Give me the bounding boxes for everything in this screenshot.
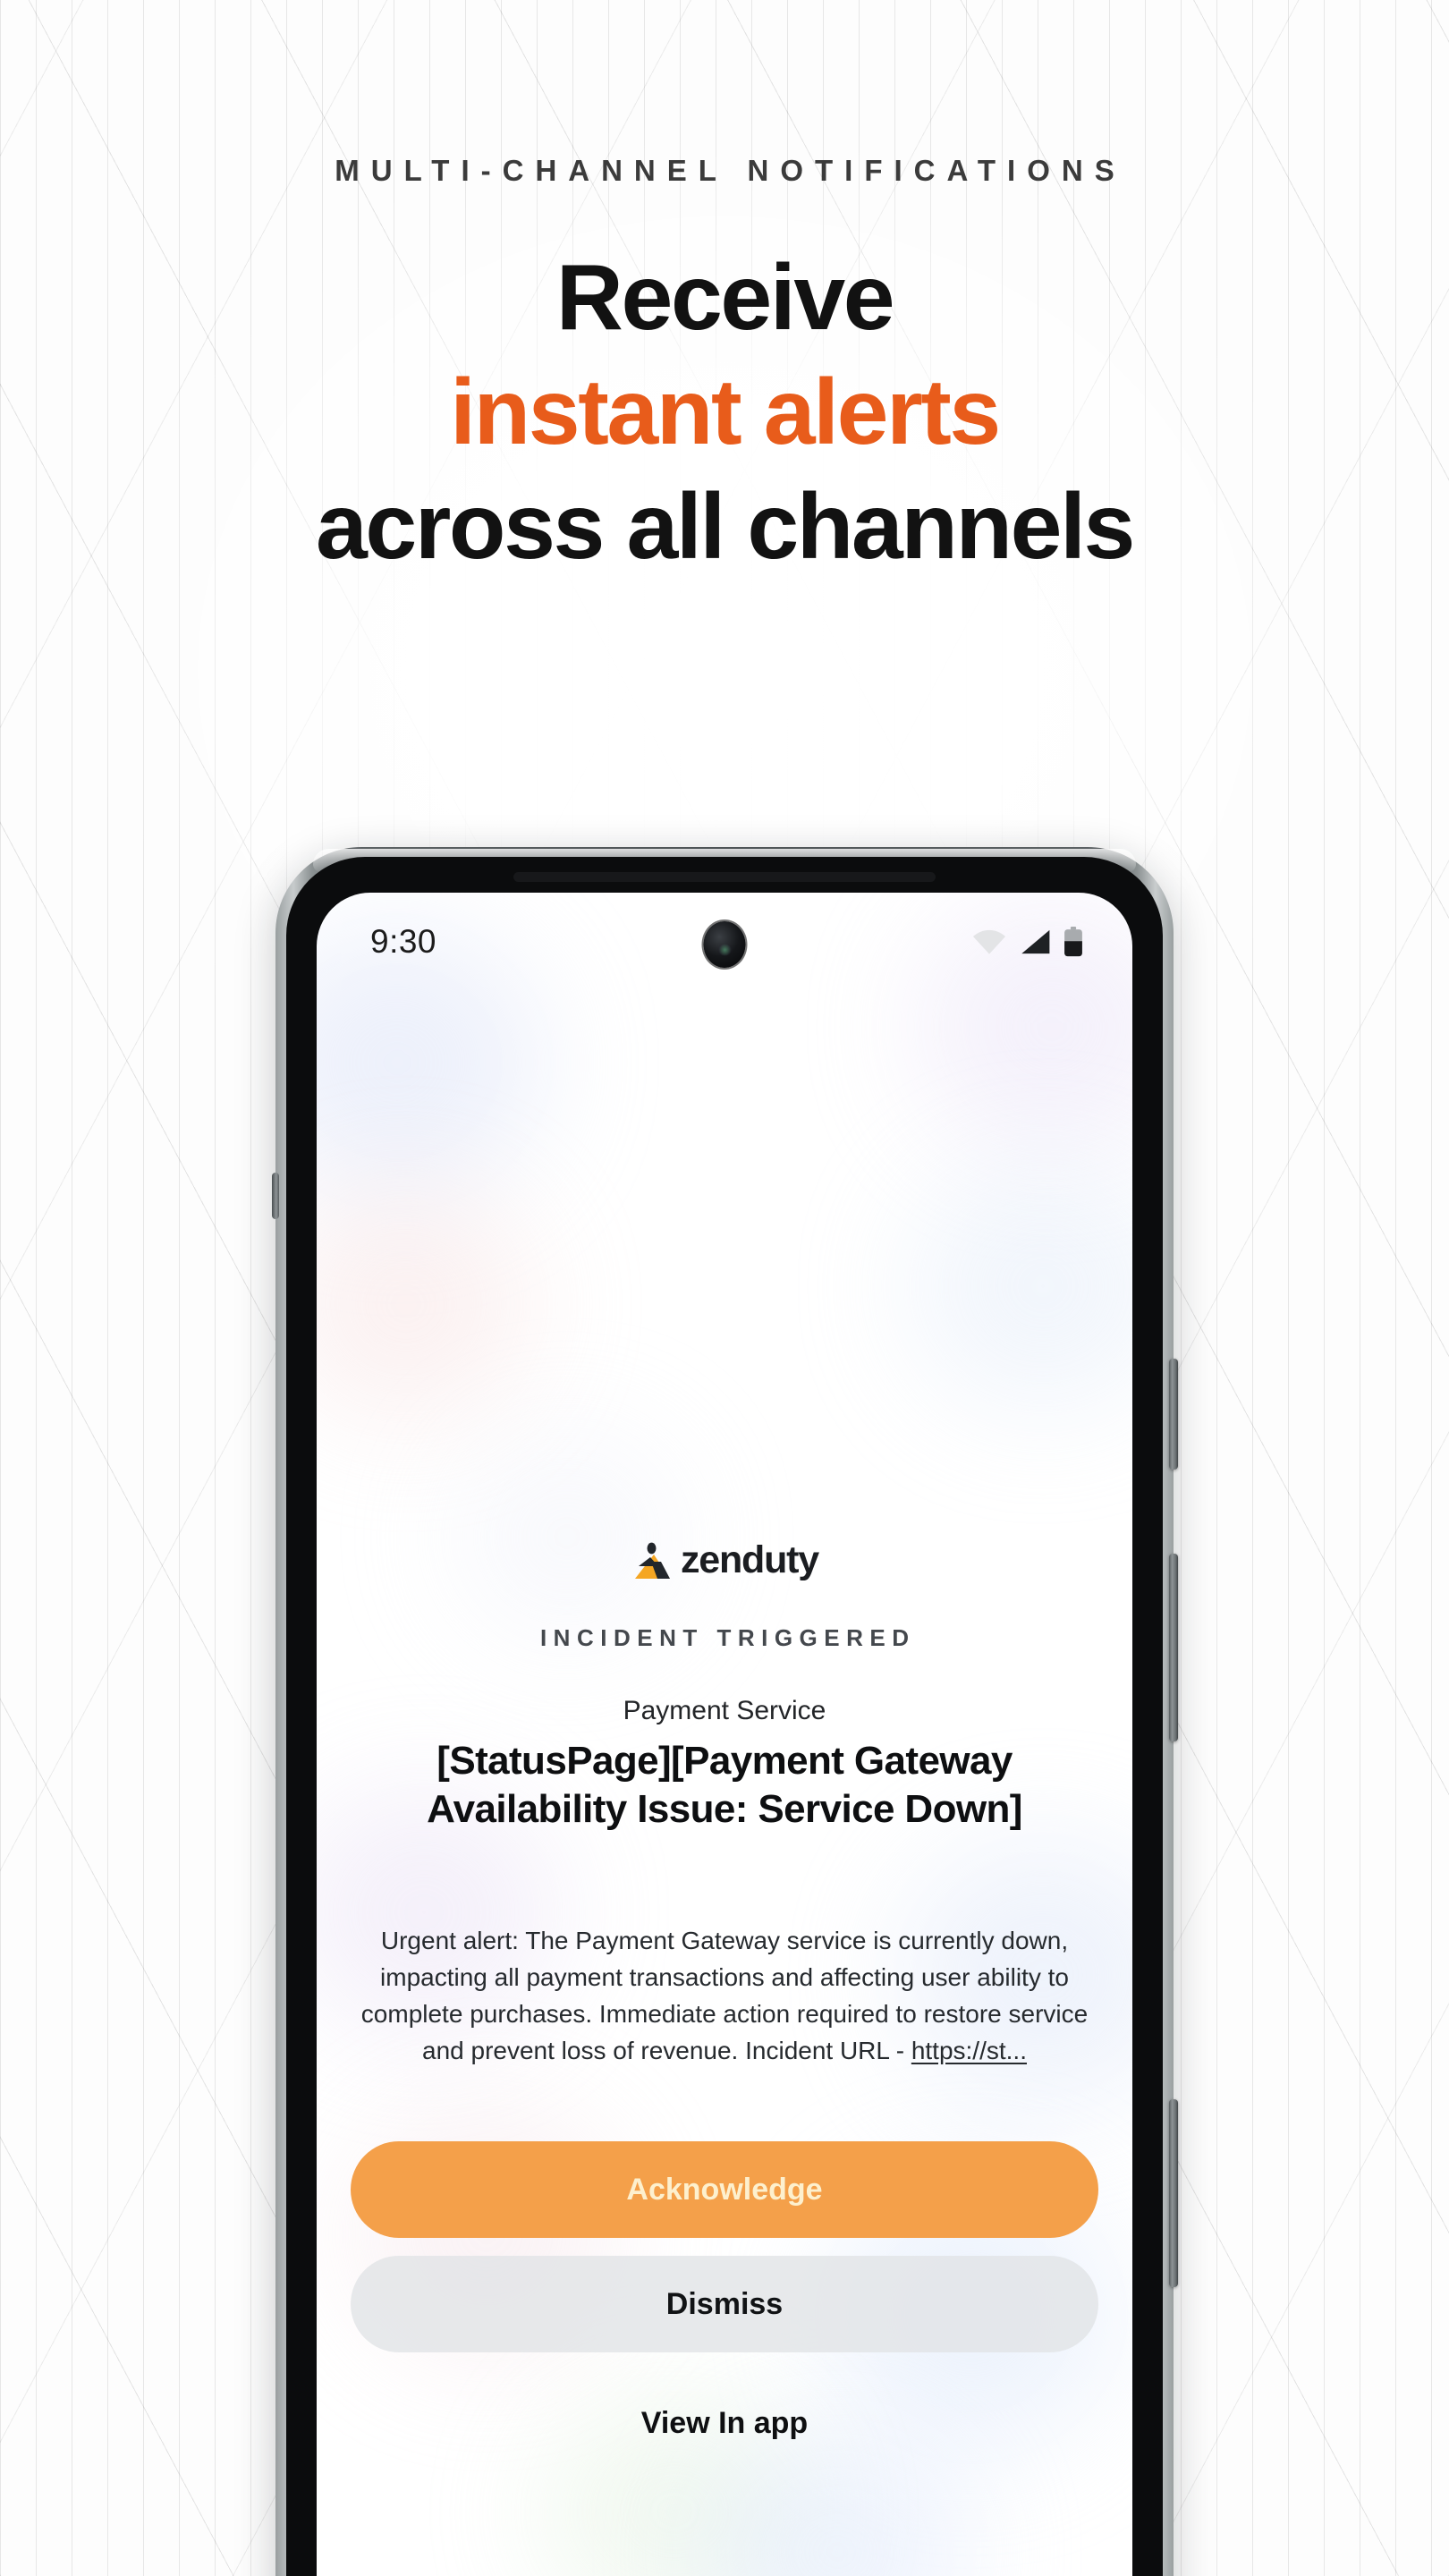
poster-canvas: MULTI-CHANNEL NOTIFICATIONS Receive inst… <box>0 0 1449 2576</box>
incident-status-kicker: INCIDENT TRIGGERED <box>539 1624 916 1651</box>
earpiece-speaker <box>513 872 936 882</box>
incident-title: [StatusPage][Payment Gateway Availabilit… <box>427 1739 1022 1831</box>
zenduty-logo-icon <box>634 1542 670 1579</box>
phone-volume-down-button[interactable] <box>1169 2099 1178 2287</box>
service-name: Payment Service <box>623 1696 826 1725</box>
status-bar: 9:30 <box>317 921 1132 977</box>
brand-lockup: zenduty <box>317 1538 1132 1582</box>
incident-description: Urgent alert: The Payment Gateway servic… <box>347 1923 1102 2070</box>
acknowledge-button[interactable]: Acknowledge <box>351 2141 1098 2238</box>
cellular-signal-icon <box>1021 929 1050 954</box>
phone-power-button[interactable] <box>1169 1359 1178 1470</box>
phone-screen: 9:30 zenduty INCIDENT TRIGGERED Payment … <box>317 893 1132 2576</box>
dismiss-button[interactable]: Dismiss <box>351 2256 1098 2352</box>
eyebrow-label: MULTI-CHANNEL NOTIFICATIONS <box>335 154 1126 187</box>
phone-mockup: 9:30 zenduty INCIDENT TRIGGERED Payment … <box>272 847 1178 2576</box>
headline-line-2: instant alerts <box>450 360 1001 465</box>
camera-lens-glint <box>718 944 733 956</box>
headline-block: Receive instant alerts across all channe… <box>0 250 1449 574</box>
status-bar-clock: 9:30 <box>370 923 437 960</box>
headline-line-3: across all channels <box>315 475 1135 580</box>
incident-url-link[interactable]: https://st... <box>911 2037 1027 2064</box>
brand-wordmark: zenduty <box>680 1538 819 1581</box>
front-camera-punch-hole-icon <box>703 921 746 968</box>
wifi-icon <box>973 929 1005 954</box>
view-in-app-link[interactable]: View In app <box>317 2406 1132 2441</box>
phone-bezel: 9:30 zenduty INCIDENT TRIGGERED Payment … <box>286 857 1163 2576</box>
headline-line-1: Receive <box>555 246 895 350</box>
phone-sim-tray <box>272 1173 279 1219</box>
phone-volume-up-button[interactable] <box>1169 1554 1178 1741</box>
status-bar-icons <box>971 927 1084 957</box>
battery-icon <box>1064 927 1082 957</box>
